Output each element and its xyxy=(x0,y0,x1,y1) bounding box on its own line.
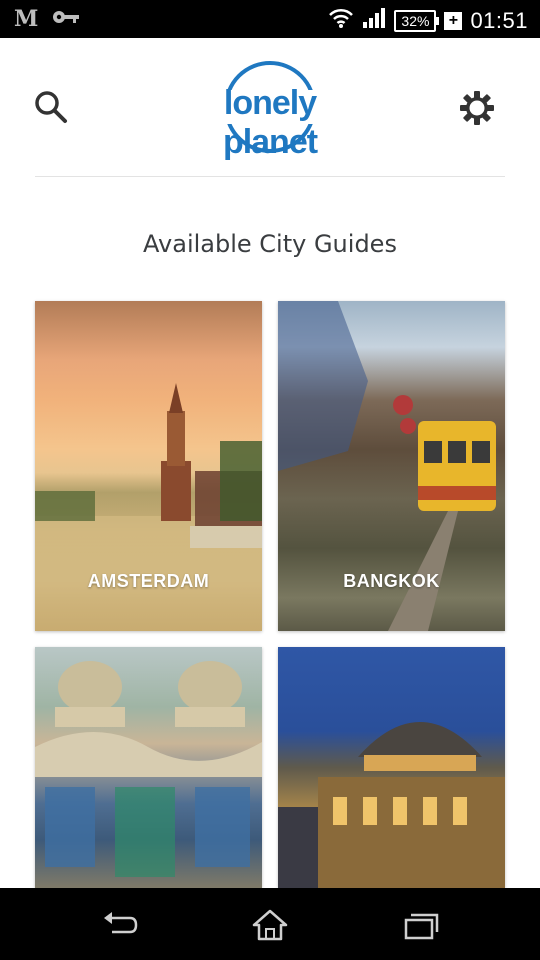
status-left: M xyxy=(14,6,80,32)
back-icon[interactable] xyxy=(100,908,140,942)
header-divider xyxy=(35,176,505,177)
city-card-bangkok[interactable]: BANGKOK xyxy=(278,301,505,631)
city-card-barcelona[interactable] xyxy=(35,647,262,888)
battery-icon: 32% xyxy=(394,9,440,32)
city-label: BANGKOK xyxy=(343,571,440,591)
clock: 01:51 xyxy=(470,7,528,33)
page-title: Available City Guides xyxy=(143,230,397,258)
city-label: AMSTERDAM xyxy=(87,571,210,591)
home-icon[interactable] xyxy=(250,908,290,942)
system-nav-bar xyxy=(0,888,540,960)
charging-plus-icon: + xyxy=(444,11,463,30)
settings-gear-icon[interactable] xyxy=(459,90,495,126)
carrier-glyph: M xyxy=(14,6,39,32)
logo-text: lonely planet xyxy=(222,84,318,161)
barcelona-photo xyxy=(35,661,262,877)
signal-icon xyxy=(362,7,386,34)
key-icon xyxy=(52,9,80,30)
city-card-amsterdam[interactable]: AMSTERDAM xyxy=(35,301,262,631)
lonely-planet-logo[interactable]: lonely planet xyxy=(178,60,362,161)
status-right: 32% + 01:51 xyxy=(328,6,528,35)
search-icon[interactable] xyxy=(34,90,68,124)
wifi-icon xyxy=(328,6,354,35)
recent-apps-icon[interactable] xyxy=(400,908,440,942)
status-bar: M 32% + 01:51 xyxy=(0,0,540,38)
city-card-berlin[interactable] xyxy=(278,647,505,888)
app-header: lonely planet xyxy=(0,38,540,178)
berlin-photo xyxy=(278,722,505,888)
